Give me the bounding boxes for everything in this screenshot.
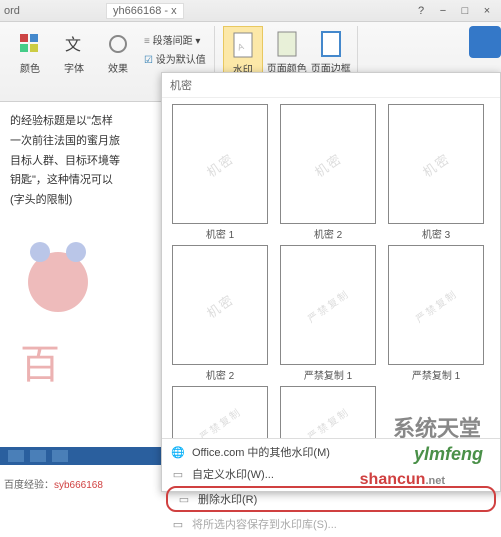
watermark-option[interactable]: 严禁复制严禁复制 1 bbox=[168, 386, 272, 438]
page-borders-button[interactable]: 页面边框 bbox=[311, 26, 351, 76]
maximize-button[interactable]: □ bbox=[455, 3, 475, 19]
minimize-button[interactable]: − bbox=[433, 3, 453, 19]
watermark-gallery: 机密 机密机密 1 机密机密 2 机密机密 3 机密机密 2 严禁复制严禁复制 … bbox=[161, 72, 501, 492]
effects-button[interactable]: 效果 bbox=[98, 26, 138, 76]
more-watermarks-menuitem[interactable]: 🌐Office.com 中的其他水印(M) bbox=[162, 441, 500, 463]
view-button-3[interactable] bbox=[52, 450, 68, 462]
page-borders-icon bbox=[317, 30, 345, 58]
effects-icon bbox=[104, 30, 132, 58]
watermark-option[interactable]: 严禁复制严禁复制 1 bbox=[276, 245, 380, 382]
window-controls: ? − □ × bbox=[411, 3, 497, 19]
close-button[interactable]: × bbox=[477, 3, 497, 19]
page-color-button[interactable]: 页面颜色 bbox=[267, 26, 307, 76]
svg-text:文: 文 bbox=[65, 36, 81, 54]
view-button-1[interactable] bbox=[8, 450, 24, 462]
remove-icon: ▭ bbox=[176, 491, 192, 507]
watermark-option[interactable]: 严禁复制严禁复制 1 bbox=[384, 245, 488, 382]
save-to-gallery-menuitem[interactable]: ▭将所选内容保存到水印库(S)... bbox=[162, 513, 500, 535]
watermark-icon: A bbox=[229, 31, 257, 59]
watermark-option[interactable]: 机密机密 3 bbox=[384, 104, 488, 241]
watermark-option[interactable]: 机密机密 2 bbox=[168, 245, 272, 382]
colors-icon bbox=[16, 30, 44, 58]
help-icon[interactable]: ? bbox=[411, 3, 431, 19]
app-name: ord bbox=[4, 5, 20, 17]
gallery-menu: 🌐Office.com 中的其他水印(M) ▭自定义水印(W)... ▭删除水印… bbox=[162, 438, 500, 537]
title-bar: ord ? − □ × bbox=[0, 0, 501, 22]
watermark-button[interactable]: A 水印 bbox=[223, 26, 263, 76]
fonts-button[interactable]: 文 字体 bbox=[54, 26, 94, 76]
watermark-option[interactable]: 机密机密 2 bbox=[276, 104, 380, 241]
paragraph-spacing-button[interactable]: ≡ 段落间距 ▾ bbox=[144, 30, 206, 49]
watermark-option[interactable]: 机密机密 1 bbox=[168, 104, 272, 241]
watermark-option[interactable]: 严禁复制严禁复制 2 bbox=[276, 386, 380, 438]
page-icon: ▭ bbox=[170, 466, 186, 482]
custom-watermark-menuitem[interactable]: ▭自定义水印(W)... bbox=[162, 463, 500, 485]
credit-text: 百度经验：syb666168 bbox=[4, 476, 103, 491]
baidu-logo-text: 百 bbox=[20, 332, 60, 390]
document-tab[interactable]: yh666168 - x bbox=[106, 3, 184, 19]
remove-watermark-menuitem[interactable]: ▭删除水印(R) bbox=[166, 486, 496, 512]
view-button-2[interactable] bbox=[30, 450, 46, 462]
set-default-checkbox[interactable]: ☑ 设为默认值 bbox=[144, 49, 206, 68]
globe-icon: 🌐 bbox=[170, 444, 186, 460]
toolbar-edge-button[interactable] bbox=[469, 26, 501, 58]
gallery-header: 机密 bbox=[162, 73, 500, 98]
fonts-icon: 文 bbox=[60, 30, 88, 58]
save-icon: ▭ bbox=[170, 516, 186, 532]
page-color-icon bbox=[273, 30, 301, 58]
gallery-grid: 机密机密 1 机密机密 2 机密机密 3 机密机密 2 严禁复制严禁复制 1 严… bbox=[162, 98, 500, 438]
colors-button[interactable]: 颜色 bbox=[10, 26, 50, 76]
